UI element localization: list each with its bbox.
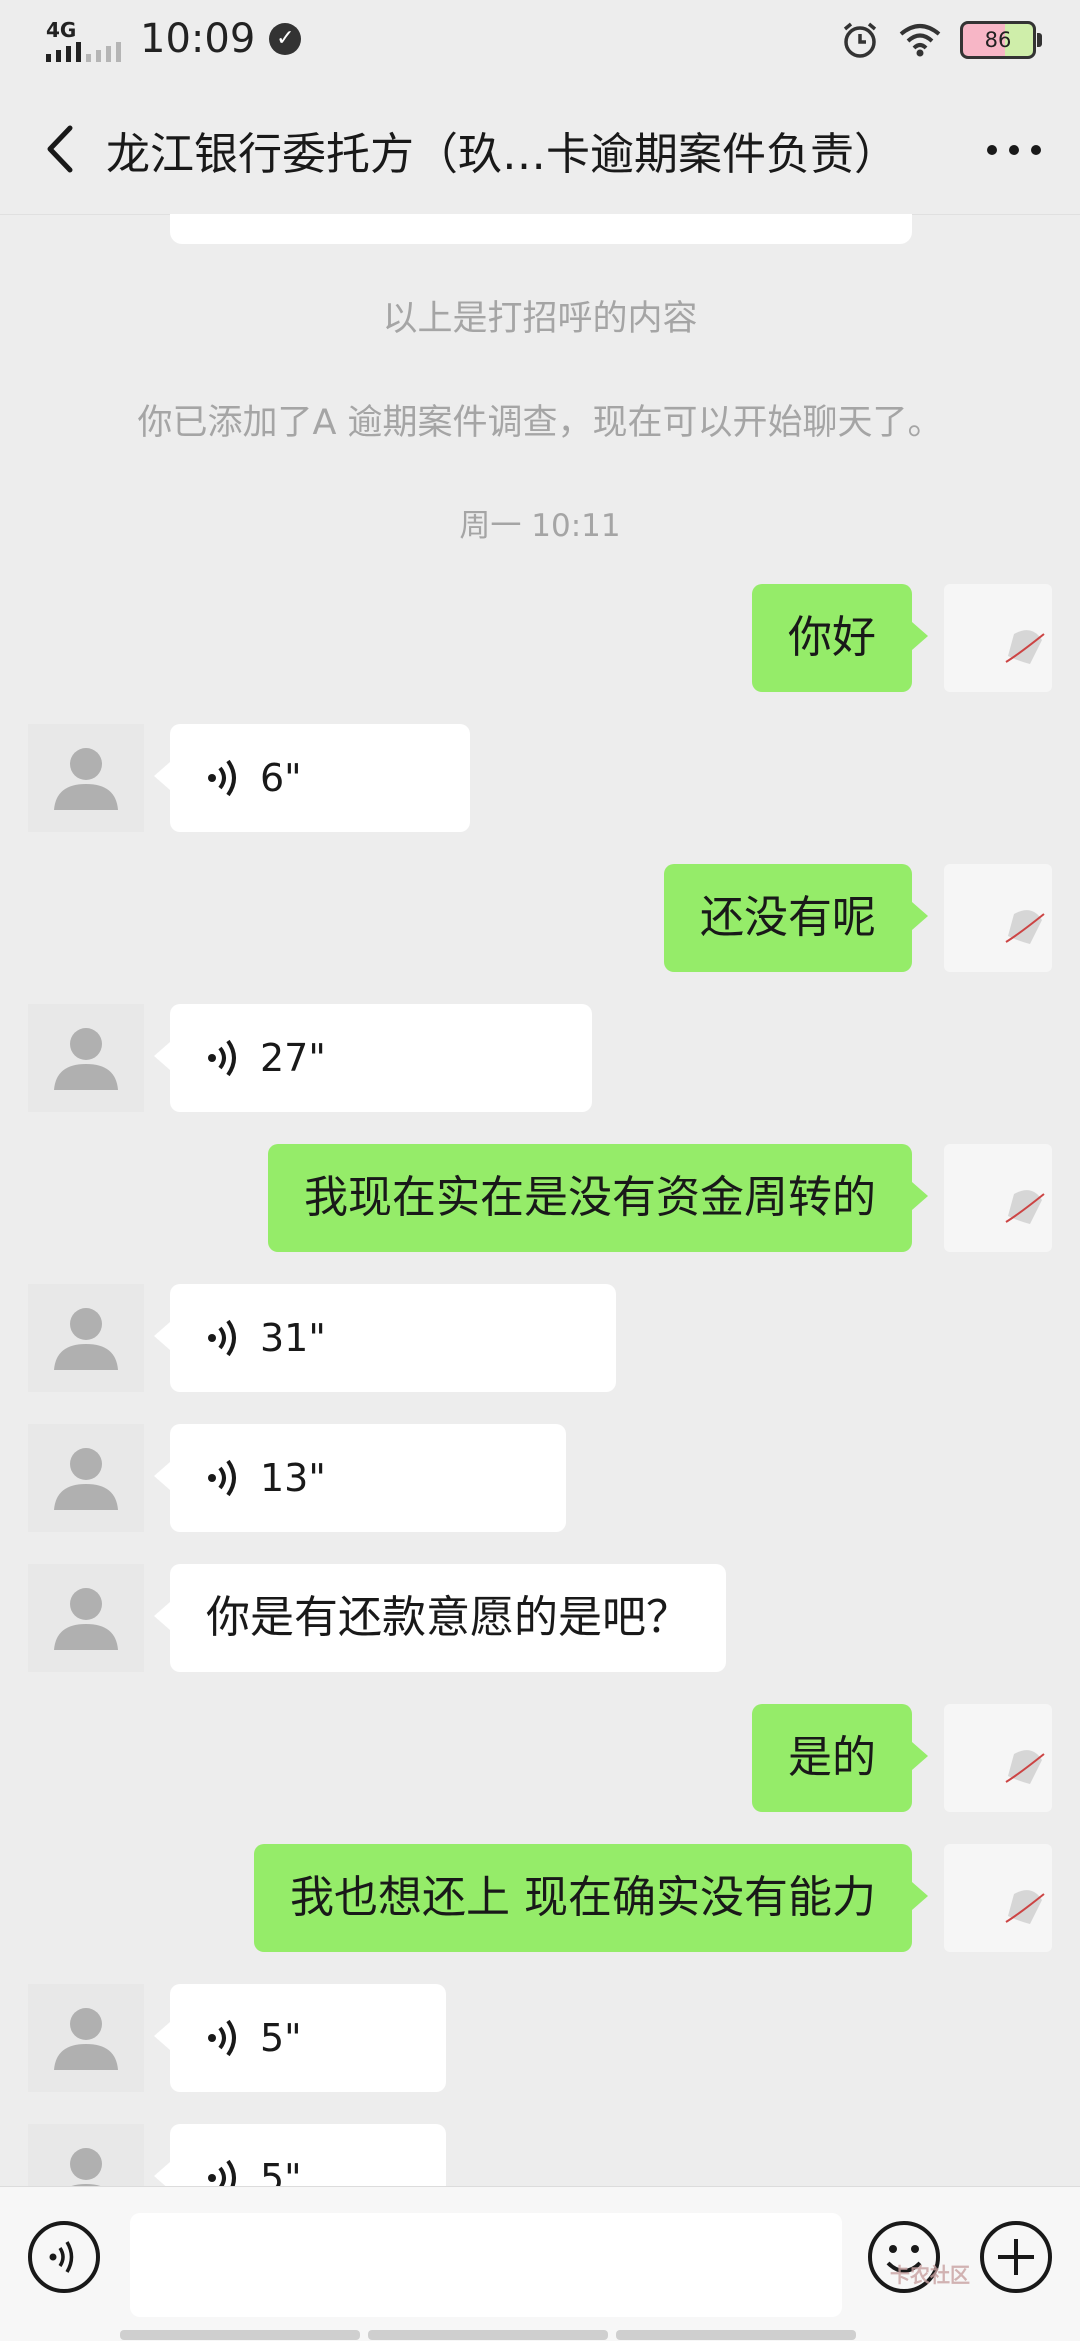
previous-message-bubble [170, 214, 912, 244]
message-row: 5" [0, 1984, 1080, 2092]
voice-duration: 5" [260, 2156, 302, 2186]
chat-area[interactable]: 以上是打招呼的内容 你已添加了A 逾期案件调查，现在可以开始聊天了。 周一 10… [0, 214, 1080, 2186]
battery-icon: 86 [960, 21, 1042, 59]
voice-wave-icon [208, 1459, 236, 1497]
my-avatar[interactable] [944, 864, 1052, 972]
status-bar: 4G 10:09 ✓ 86 [0, 0, 1080, 84]
voice-message[interactable]: 27" [154, 1004, 592, 1112]
my-avatar[interactable] [944, 1144, 1052, 1252]
contact-avatar[interactable] [28, 1004, 144, 1112]
message-row: 我现在实在是没有资金周转的 [0, 1144, 1080, 1252]
network-type: 4G [46, 18, 77, 42]
outgoing-message[interactable]: 还没有呢 [664, 864, 928, 972]
outgoing-message[interactable]: 我也想还上 现在确实没有能力 [254, 1844, 928, 1952]
person-avatar-icon [54, 1448, 118, 1510]
input-bar: 卡农社区 [0, 2186, 1080, 2341]
outgoing-message[interactable]: 你好 [752, 584, 928, 692]
chat-title: 龙江银行委托方（玖…卡逾期案件负责） [106, 129, 898, 180]
message-row: 27" [0, 1004, 1080, 1112]
clock: 10:09 [140, 16, 256, 62]
voice-toggle-icon [28, 2221, 100, 2293]
message-row: 是的 [0, 1704, 1080, 1812]
message-row: 5" [0, 2124, 1080, 2186]
contact-avatar[interactable] [28, 1284, 144, 1392]
message-row: 还没有呢 [0, 864, 1080, 972]
voice-duration: 5" [260, 2016, 302, 2060]
voice-duration: 27" [260, 1036, 326, 1080]
system-message: 以上是打招呼的内容 [382, 299, 698, 339]
back-button[interactable] [26, 114, 96, 184]
voice-wave-icon [208, 2019, 236, 2057]
alarm-icon [843, 22, 877, 58]
system-message: 你已添加了A 逾期案件调查，现在可以开始聊天了。 [137, 403, 943, 443]
message-input[interactable] [130, 2213, 842, 2317]
voice-message[interactable]: 31" [154, 1284, 616, 1392]
outgoing-message[interactable]: 是的 [752, 1704, 928, 1812]
back-arrow-icon [47, 125, 73, 173]
voice-message[interactable]: 5" [154, 1984, 446, 2092]
watermark: 卡农社区 [890, 2263, 970, 2287]
voice-duration: 31" [260, 1316, 326, 1360]
contact-avatar[interactable] [28, 1424, 144, 1532]
signal-icon: 4G [44, 14, 126, 64]
voice-duration: 6" [260, 756, 302, 800]
my-avatar[interactable] [944, 584, 1052, 692]
more-button[interactable] [974, 114, 1054, 184]
navigation-bar [0, 2330, 1080, 2340]
more-functions-button[interactable] [978, 2219, 1054, 2295]
wifi-icon [899, 24, 941, 57]
message-row: 6" [0, 724, 1080, 832]
person-avatar-icon [54, 2008, 118, 2070]
voice-wave-icon [208, 1039, 236, 1077]
message-row: 你是有还款意愿的是吧？ [0, 1564, 1080, 1672]
voice-message[interactable]: 6" [154, 724, 470, 832]
plus-icon [980, 2221, 1052, 2293]
contact-avatar[interactable] [28, 2124, 144, 2186]
contact-avatar[interactable] [28, 724, 144, 832]
incoming-message[interactable]: 你是有还款意愿的是吧？ [154, 1564, 726, 1672]
voice-duration: 13" [260, 1456, 326, 1500]
voice-wave-icon [208, 1319, 236, 1357]
person-avatar-icon [54, 1588, 118, 1650]
message-row: 你好 [0, 584, 1080, 692]
person-avatar-icon [70, 2148, 102, 2186]
message-row: 13" [0, 1424, 1080, 1532]
my-avatar[interactable] [944, 1844, 1052, 1952]
more-dots-icon [987, 145, 1041, 155]
person-avatar-icon [54, 1028, 118, 1090]
voice-input-button[interactable] [26, 2219, 102, 2295]
message-row: 我也想还上 现在确实没有能力 [0, 1844, 1080, 1952]
contact-avatar[interactable] [28, 1564, 144, 1672]
title-bar: 龙江银行委托方（玖…卡逾期案件负责） [0, 84, 1080, 215]
voice-message[interactable]: 5" [154, 2124, 446, 2186]
status-left: 4G 10:09 ✓ [44, 14, 302, 64]
message-timestamp: 周一 10:11 [459, 508, 621, 544]
person-avatar-icon [54, 1308, 118, 1370]
contact-avatar[interactable] [28, 1984, 144, 2092]
voice-message[interactable]: 13" [154, 1424, 566, 1532]
person-avatar-icon [54, 748, 118, 810]
check-circle-icon: ✓ [269, 23, 302, 55]
voice-wave-icon [208, 2159, 236, 2186]
message-row: 31" [0, 1284, 1080, 1392]
status-right: 86 [840, 20, 1042, 60]
my-avatar[interactable] [944, 1704, 1052, 1812]
outgoing-message[interactable]: 我现在实在是没有资金周转的 [268, 1144, 928, 1252]
voice-wave-icon [208, 759, 236, 797]
